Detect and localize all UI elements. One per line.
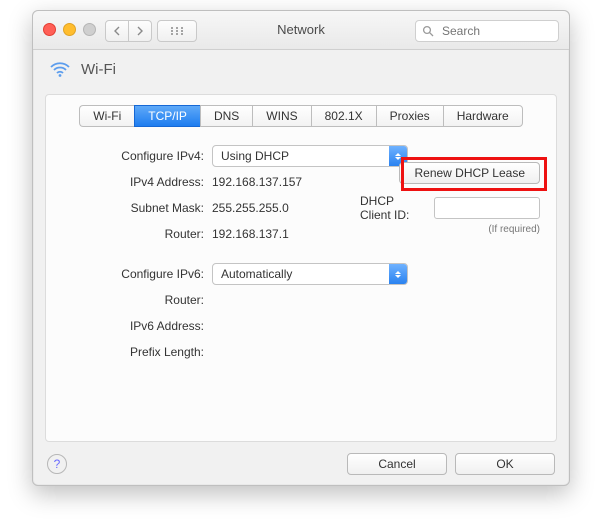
forward-button[interactable] (129, 20, 152, 42)
tab-hardware[interactable]: Hardware (443, 105, 523, 127)
search-input[interactable] (440, 23, 552, 39)
titlebar: Network (33, 11, 569, 50)
search-icon (422, 25, 434, 37)
label-prefix-length: Prefix Length: (62, 345, 212, 359)
label-configure-ipv6: Configure IPv6: (62, 267, 212, 281)
configure-ipv4-value: Using DHCP (213, 149, 389, 163)
ok-button[interactable]: OK (455, 453, 555, 475)
renew-dhcp-lease-button[interactable]: Renew DHCP Lease (399, 162, 540, 184)
network-preferences-window: Network Wi-Fi Wi-Fi TCP/IP DNS WINS 802.… (32, 10, 570, 486)
label-router-v4: Router: (62, 227, 212, 241)
settings-panel: Wi-Fi TCP/IP DNS WINS 802.1X Proxies Har… (45, 94, 557, 442)
interface-header: Wi-Fi (33, 50, 569, 88)
cancel-button[interactable]: Cancel (347, 453, 447, 475)
row-router-v6: Router: (62, 287, 540, 313)
label-configure-ipv4: Configure IPv4: (62, 149, 212, 163)
show-all-button[interactable] (157, 20, 197, 42)
row-ipv6-address: IPv6 Address: (62, 313, 540, 339)
minimize-window-button[interactable] (63, 23, 76, 36)
tab-tcpip[interactable]: TCP/IP (134, 105, 200, 127)
tabbar: Wi-Fi TCP/IP DNS WINS 802.1X Proxies Har… (46, 105, 556, 127)
label-router-v6: Router: (62, 293, 212, 307)
value-subnet-mask: 255.255.255.0 (212, 201, 289, 215)
chevron-updown-icon (389, 264, 407, 284)
dhcp-client-id-input[interactable] (434, 197, 540, 219)
help-button[interactable]: ? (47, 454, 67, 474)
tab-8021x[interactable]: 802.1X (311, 105, 376, 127)
row-prefix-length: Prefix Length: (62, 339, 540, 365)
row-configure-ipv6: Configure IPv6: Automatically (62, 261, 540, 287)
tab-proxies[interactable]: Proxies (376, 105, 443, 127)
configure-ipv6-value: Automatically (213, 267, 389, 281)
zoom-window-button[interactable] (83, 23, 96, 36)
window-body: Wi-Fi Wi-Fi TCP/IP DNS WINS 802.1X Proxi… (33, 50, 569, 486)
back-button[interactable] (105, 20, 129, 42)
label-ipv4-address: IPv4 Address: (62, 175, 212, 189)
value-ipv4-address: 192.168.137.157 (212, 175, 302, 189)
tab-wifi[interactable]: Wi-Fi (79, 105, 134, 127)
close-window-button[interactable] (43, 23, 56, 36)
label-ipv6-address: IPv6 Address: (62, 319, 212, 333)
footer: ? Cancel OK (33, 442, 569, 486)
wifi-icon (49, 60, 71, 78)
tab-dns[interactable]: DNS (200, 105, 252, 127)
nav-buttons (105, 20, 152, 42)
interface-name: Wi-Fi (81, 61, 116, 78)
value-router-v4: 192.168.137.1 (212, 227, 289, 241)
label-dhcp-client-id: DHCP Client ID: (360, 194, 426, 222)
dhcp-side-column: Renew DHCP Lease DHCP Client ID: (If req… (360, 162, 540, 235)
label-subnet-mask: Subnet Mask: (62, 201, 212, 215)
window-controls (43, 23, 96, 36)
configure-ipv6-select[interactable]: Automatically (212, 263, 408, 285)
dhcp-client-id-hint: (If required) (360, 224, 540, 235)
search-field[interactable] (415, 20, 559, 42)
tab-wins[interactable]: WINS (252, 105, 310, 127)
